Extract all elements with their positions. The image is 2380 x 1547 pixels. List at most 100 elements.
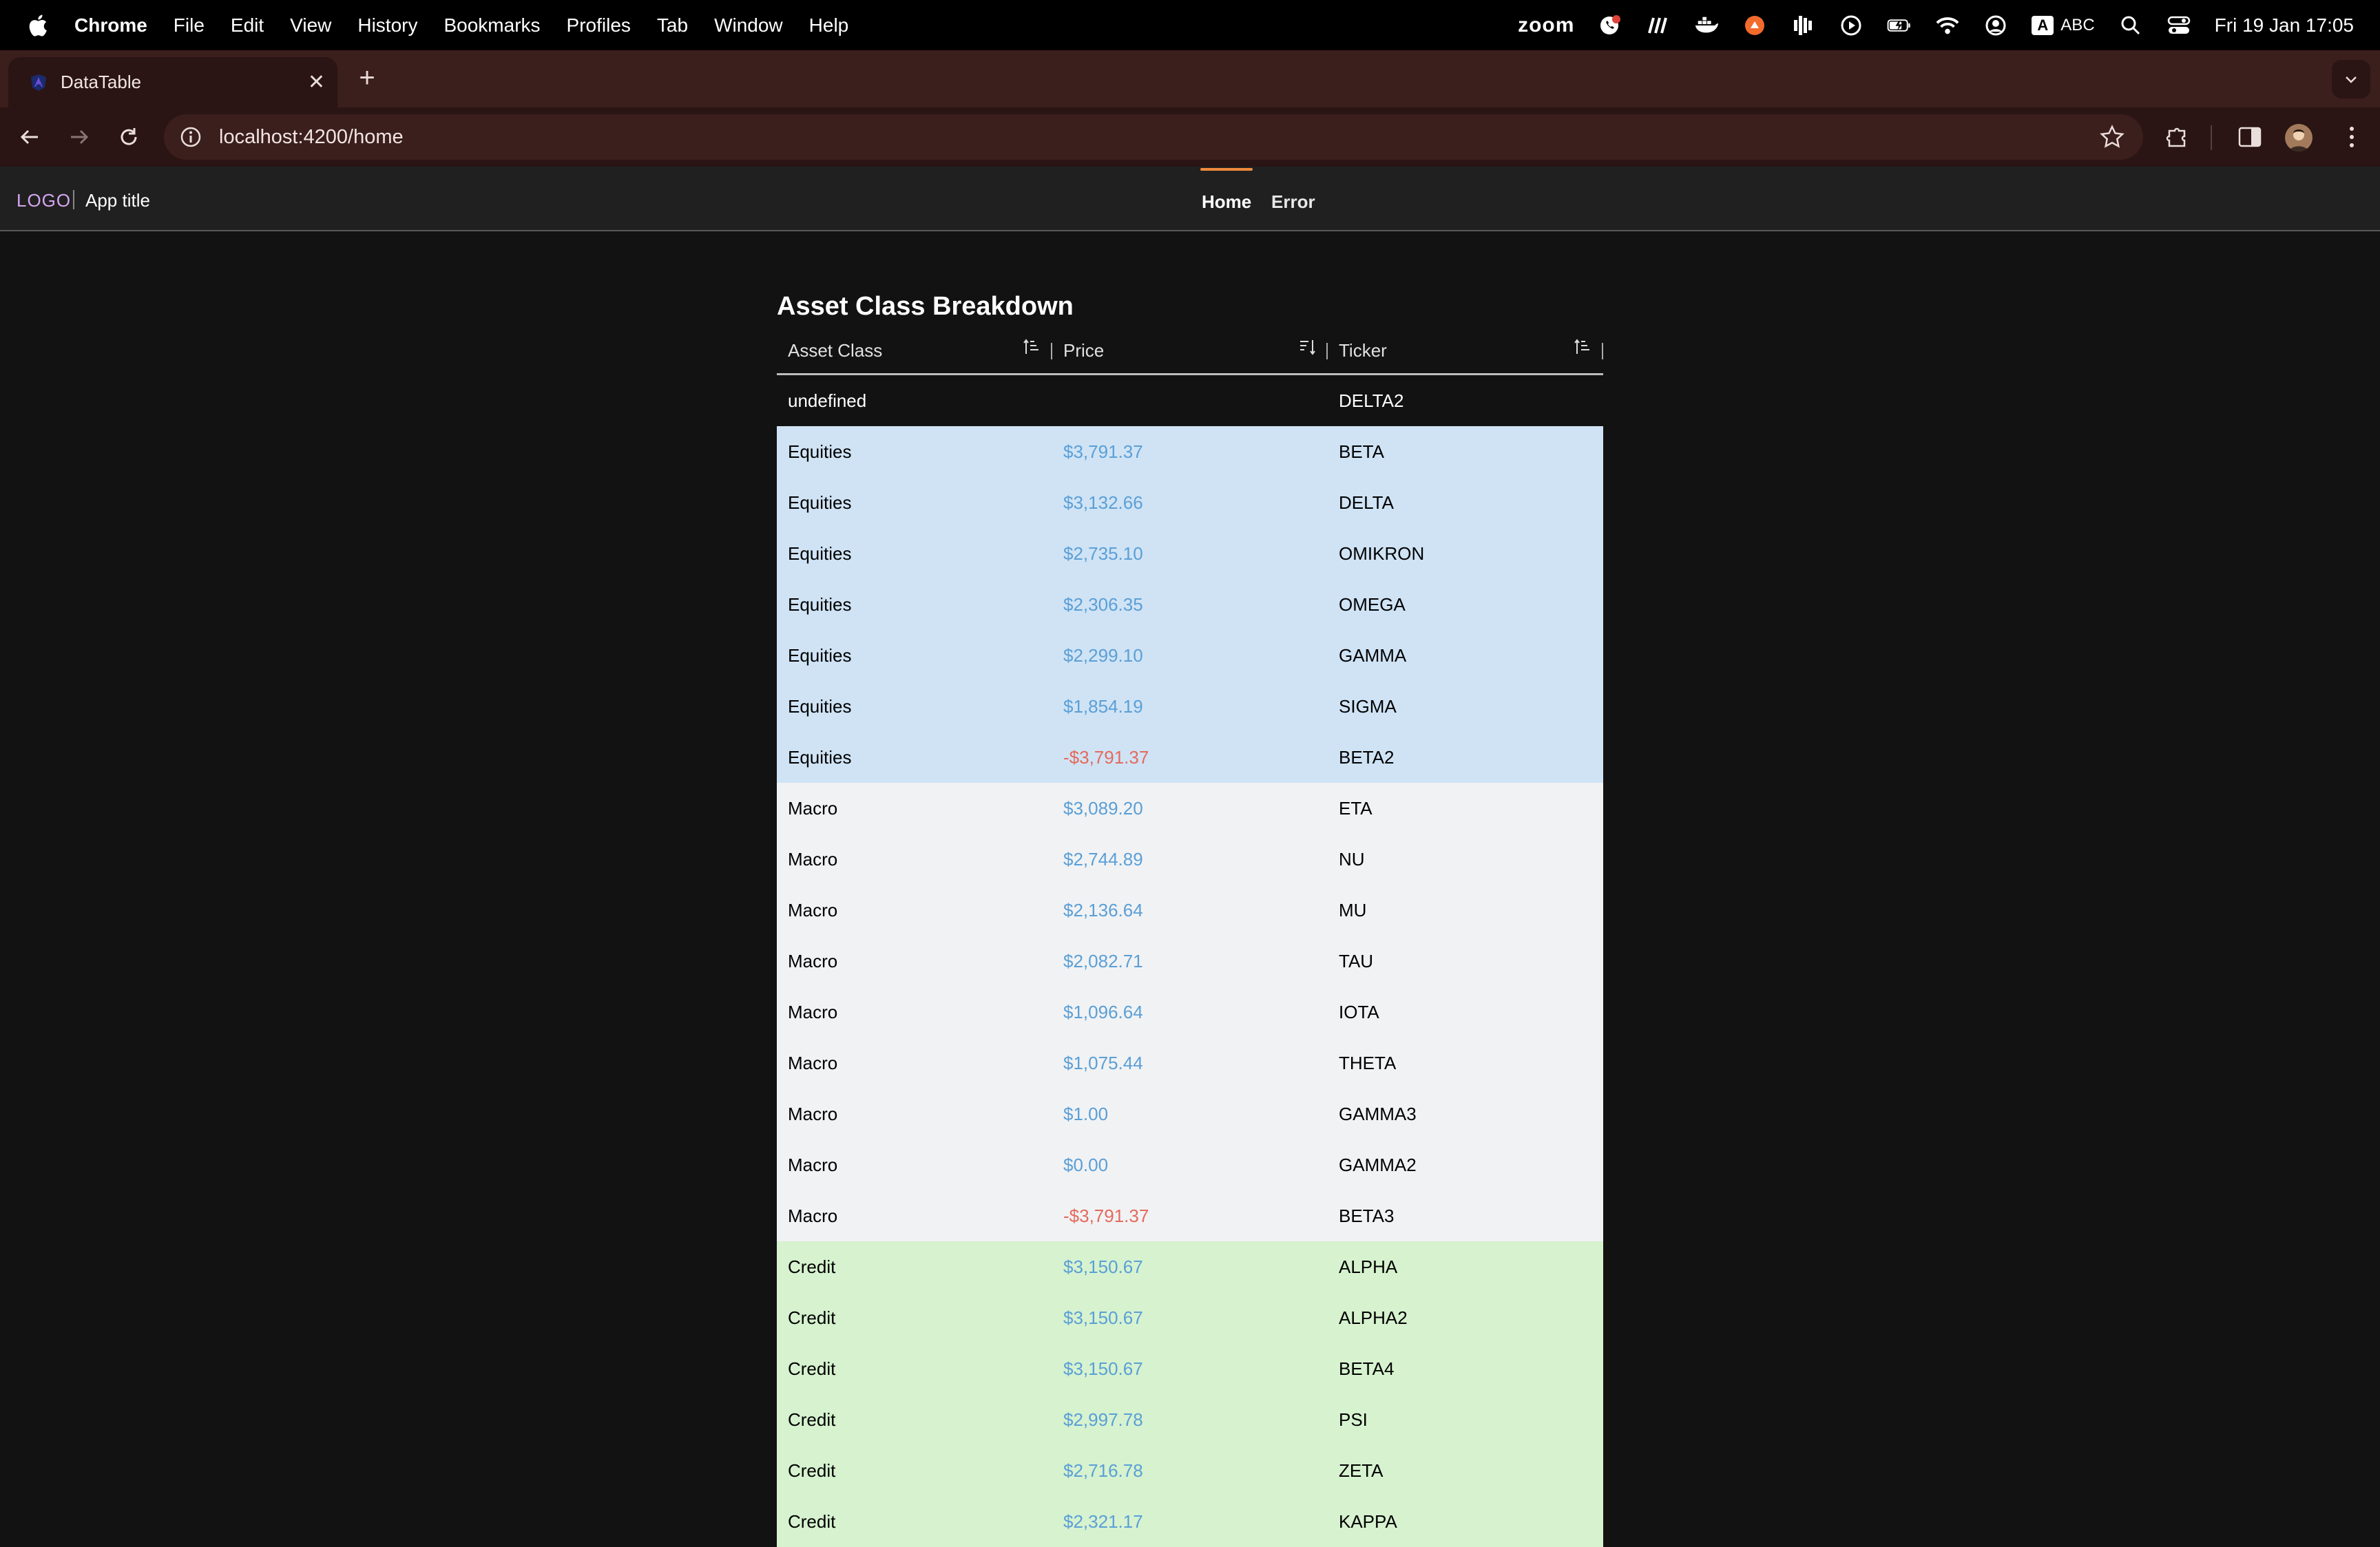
bars-app-icon[interactable] [1646,13,1671,38]
column-resize-handle[interactable] [1602,343,1603,359]
table-row[interactable]: Credit $2,321.17 KAPPA [777,1496,1603,1547]
chrome-menu-button[interactable] [2336,121,2368,153]
tab-close-icon[interactable]: ✕ [308,72,325,93]
table-row[interactable]: Credit $3,150.67 BETA4 [777,1343,1603,1394]
cell-asset-class: Credit [788,1511,836,1532]
menubar-clock[interactable]: Fri 19 Jan 17:05 [2215,14,2354,36]
table-row[interactable]: Macro $1,096.64 IOTA [777,987,1603,1038]
menu-view[interactable]: View [290,14,331,36]
back-button[interactable] [15,123,44,151]
cell-asset-class: Equities [788,543,852,564]
control-center-icon[interactable] [2167,13,2191,38]
input-source-label: ABC [2060,15,2095,34]
side-panel-icon [2238,127,2262,147]
browser-tab-active[interactable]: DataTable ✕ [8,57,337,107]
spotlight-search-icon[interactable] [2118,13,2143,38]
menu-history[interactable]: History [357,14,417,36]
input-source-badge: A [2032,15,2054,35]
table-row[interactable]: Macro $1.00 GAMMA3 [777,1088,1603,1139]
macos-menu-bar: Chrome File Edit View History Bookmarks … [0,0,2380,50]
menu-app-chrome[interactable]: Chrome [74,14,147,36]
cell-ticker: TAU [1339,951,1374,971]
cell-price: $2,321.17 [1063,1511,1143,1532]
nav-link-error[interactable]: Error [1271,191,1315,213]
table-header: Asset Class Price Ticker [777,325,1603,375]
bookmark-star-icon[interactable] [2099,124,2125,150]
input-source-indicator[interactable]: A ABC [2032,15,2095,35]
menu-bookmarks[interactable]: Bookmarks [443,14,540,36]
table-row[interactable]: Equities $2,735.10 OMIKRON [777,528,1603,579]
address-bar[interactable]: localhost:4200/home [164,114,2143,160]
table-row[interactable]: undefined DELTA2 [777,375,1603,426]
new-tab-button[interactable]: + [351,63,383,94]
site-info-icon[interactable] [179,125,202,149]
wifi-icon[interactable] [1935,13,1960,38]
table-row[interactable]: Equities $3,791.37 BETA [777,426,1603,477]
tab-search-button[interactable] [2332,60,2370,98]
table-row[interactable]: Equities $3,132.66 DELTA [777,477,1603,528]
cell-asset-class: Macro [788,1053,838,1073]
table-row[interactable]: Credit $2,997.78 PSI [777,1394,1603,1445]
toolbar-divider [2211,125,2212,150]
column-header-ticker[interactable]: Ticker [1339,340,1387,361]
extensions-button[interactable] [2161,121,2193,153]
table-row[interactable]: Equities $2,299.10 GAMMA [777,630,1603,681]
table-row[interactable]: Macro $3,089.20 ETA [777,783,1603,834]
sort-descending-icon[interactable] [1299,337,1317,357]
arrow-right-icon [71,129,89,145]
table-row[interactable]: Credit $3,150.67 ALPHA2 [777,1292,1603,1343]
cell-asset-class: Macro [788,1104,838,1124]
forward-button[interactable] [65,123,94,151]
table-row[interactable]: Equities -$3,791.37 BETA2 [777,732,1603,783]
table-row[interactable]: Macro $1,075.44 THETA [777,1038,1603,1088]
table-row[interactable]: Credit $2,716.78 ZETA [777,1445,1603,1496]
arrow-left-icon [20,129,38,145]
cell-ticker: MU [1339,900,1367,920]
table-row[interactable]: Macro $2,082.71 TAU [777,936,1603,987]
cell-price: $1,096.64 [1063,1002,1143,1022]
table-row[interactable]: Credit $3,150.67 ALPHA [777,1241,1603,1292]
user-account-icon[interactable] [1983,13,2008,38]
sort-ascending-icon[interactable] [1574,337,1592,357]
menu-profiles[interactable]: Profiles [567,14,631,36]
reload-button[interactable] [114,123,143,151]
nav-link-home[interactable]: Home [1200,168,1253,213]
cell-asset-class: Equities [788,594,852,615]
sort-ascending-icon[interactable] [1023,337,1041,357]
table-row[interactable]: Macro $0.00 GAMMA2 [777,1139,1603,1190]
play-circle-icon[interactable] [1839,13,1864,38]
table-row[interactable]: Equities $2,306.35 OMEGA [777,579,1603,630]
profile-avatar[interactable] [2285,124,2313,151]
column-header-asset-class[interactable]: Asset Class [788,340,882,361]
url-text[interactable]: localhost:4200/home [219,126,404,149]
table-row[interactable]: Equities $1,854.19 SIGMA [777,681,1603,732]
column-resize-handle[interactable] [1326,343,1328,359]
table-row[interactable]: Macro -$3,791.37 BETA3 [777,1190,1603,1241]
cell-price: $2,136.64 [1063,900,1143,920]
menu-tab[interactable]: Tab [657,14,688,36]
cell-ticker: ALPHA [1339,1256,1398,1277]
table-row[interactable]: Macro $2,744.89 NU [777,834,1603,885]
menu-help[interactable]: Help [809,14,849,36]
cell-asset-class: Equities [788,747,852,768]
menu-file[interactable]: File [174,14,205,36]
menu-edit[interactable]: Edit [231,14,264,36]
cell-ticker: SIGMA [1339,696,1397,717]
cell-ticker: OMEGA [1339,594,1406,615]
column-header-price[interactable]: Price [1063,340,1104,361]
docker-icon[interactable] [1694,13,1719,38]
cell-ticker: BETA3 [1339,1206,1395,1226]
column-resize-handle[interactable] [1051,343,1052,359]
zoom-status-icon[interactable]: zoom [1518,14,1574,37]
cell-ticker: ALPHA2 [1339,1307,1408,1328]
orange-app-icon[interactable] [1742,13,1767,38]
app-logo[interactable]: LOGO [17,190,71,211]
table-row[interactable]: Macro $2,136.64 MU [777,885,1603,936]
audio-bars-icon[interactable] [1791,13,1815,38]
phone-notification-icon[interactable] [1598,13,1622,38]
side-panel-button[interactable] [2234,121,2266,153]
battery-charging-icon[interactable] [1887,13,1912,38]
cell-price: $3,132.66 [1063,492,1143,513]
menu-window[interactable]: Window [714,14,783,36]
apple-logo-icon[interactable] [26,13,48,38]
